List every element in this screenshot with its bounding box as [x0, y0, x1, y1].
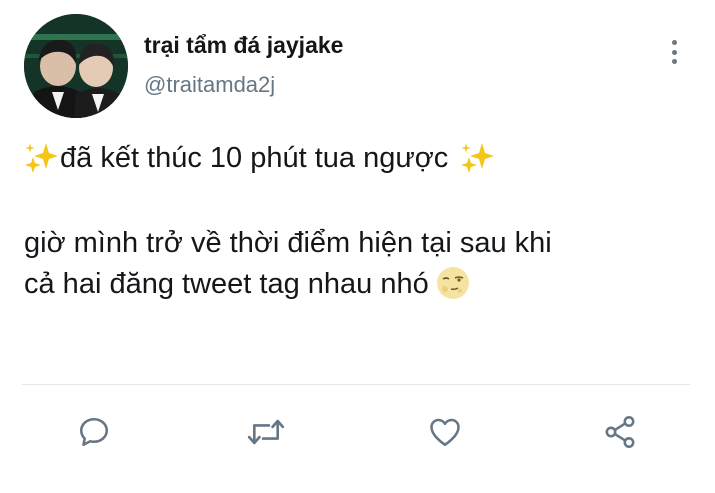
divider — [22, 384, 690, 385]
heart-icon — [430, 418, 460, 447]
avatar[interactable] — [24, 14, 128, 118]
tweet-line-2: giờ mình trở về thời điểm hiện tại sau k… — [24, 227, 552, 259]
sparkles-icon — [25, 143, 58, 173]
reply-button[interactable] — [74, 412, 114, 452]
reply-icon — [79, 417, 109, 447]
share-button[interactable] — [600, 412, 640, 452]
tweet-text-line-3: cả hai đăng tweet tag nhau nhó — [24, 265, 471, 302]
tweet-line-1: đã kết thúc 10 phút tua ngược — [60, 142, 449, 174]
retweet-icon — [247, 419, 285, 445]
moon-face-icon — [436, 267, 469, 299]
share-icon — [605, 416, 635, 448]
sparkles-icon — [461, 143, 495, 173]
user-handle[interactable]: @traitamda2j — [144, 72, 275, 98]
retweet-button[interactable] — [246, 412, 286, 452]
display-name[interactable]: trại tẩm đá jayjake — [144, 32, 343, 59]
tweet-text-line-1: đã kết thúc 10 phút tua ngược — [24, 140, 496, 176]
tweet-header: trại tẩm đá jayjake @traitamda2j — [24, 14, 694, 120]
more-vertical-icon[interactable] — [664, 36, 684, 68]
like-button[interactable] — [425, 412, 465, 452]
avatar-image — [24, 14, 128, 118]
tweet-line-3: cả hai đăng tweet tag nhau nhó — [24, 268, 429, 300]
